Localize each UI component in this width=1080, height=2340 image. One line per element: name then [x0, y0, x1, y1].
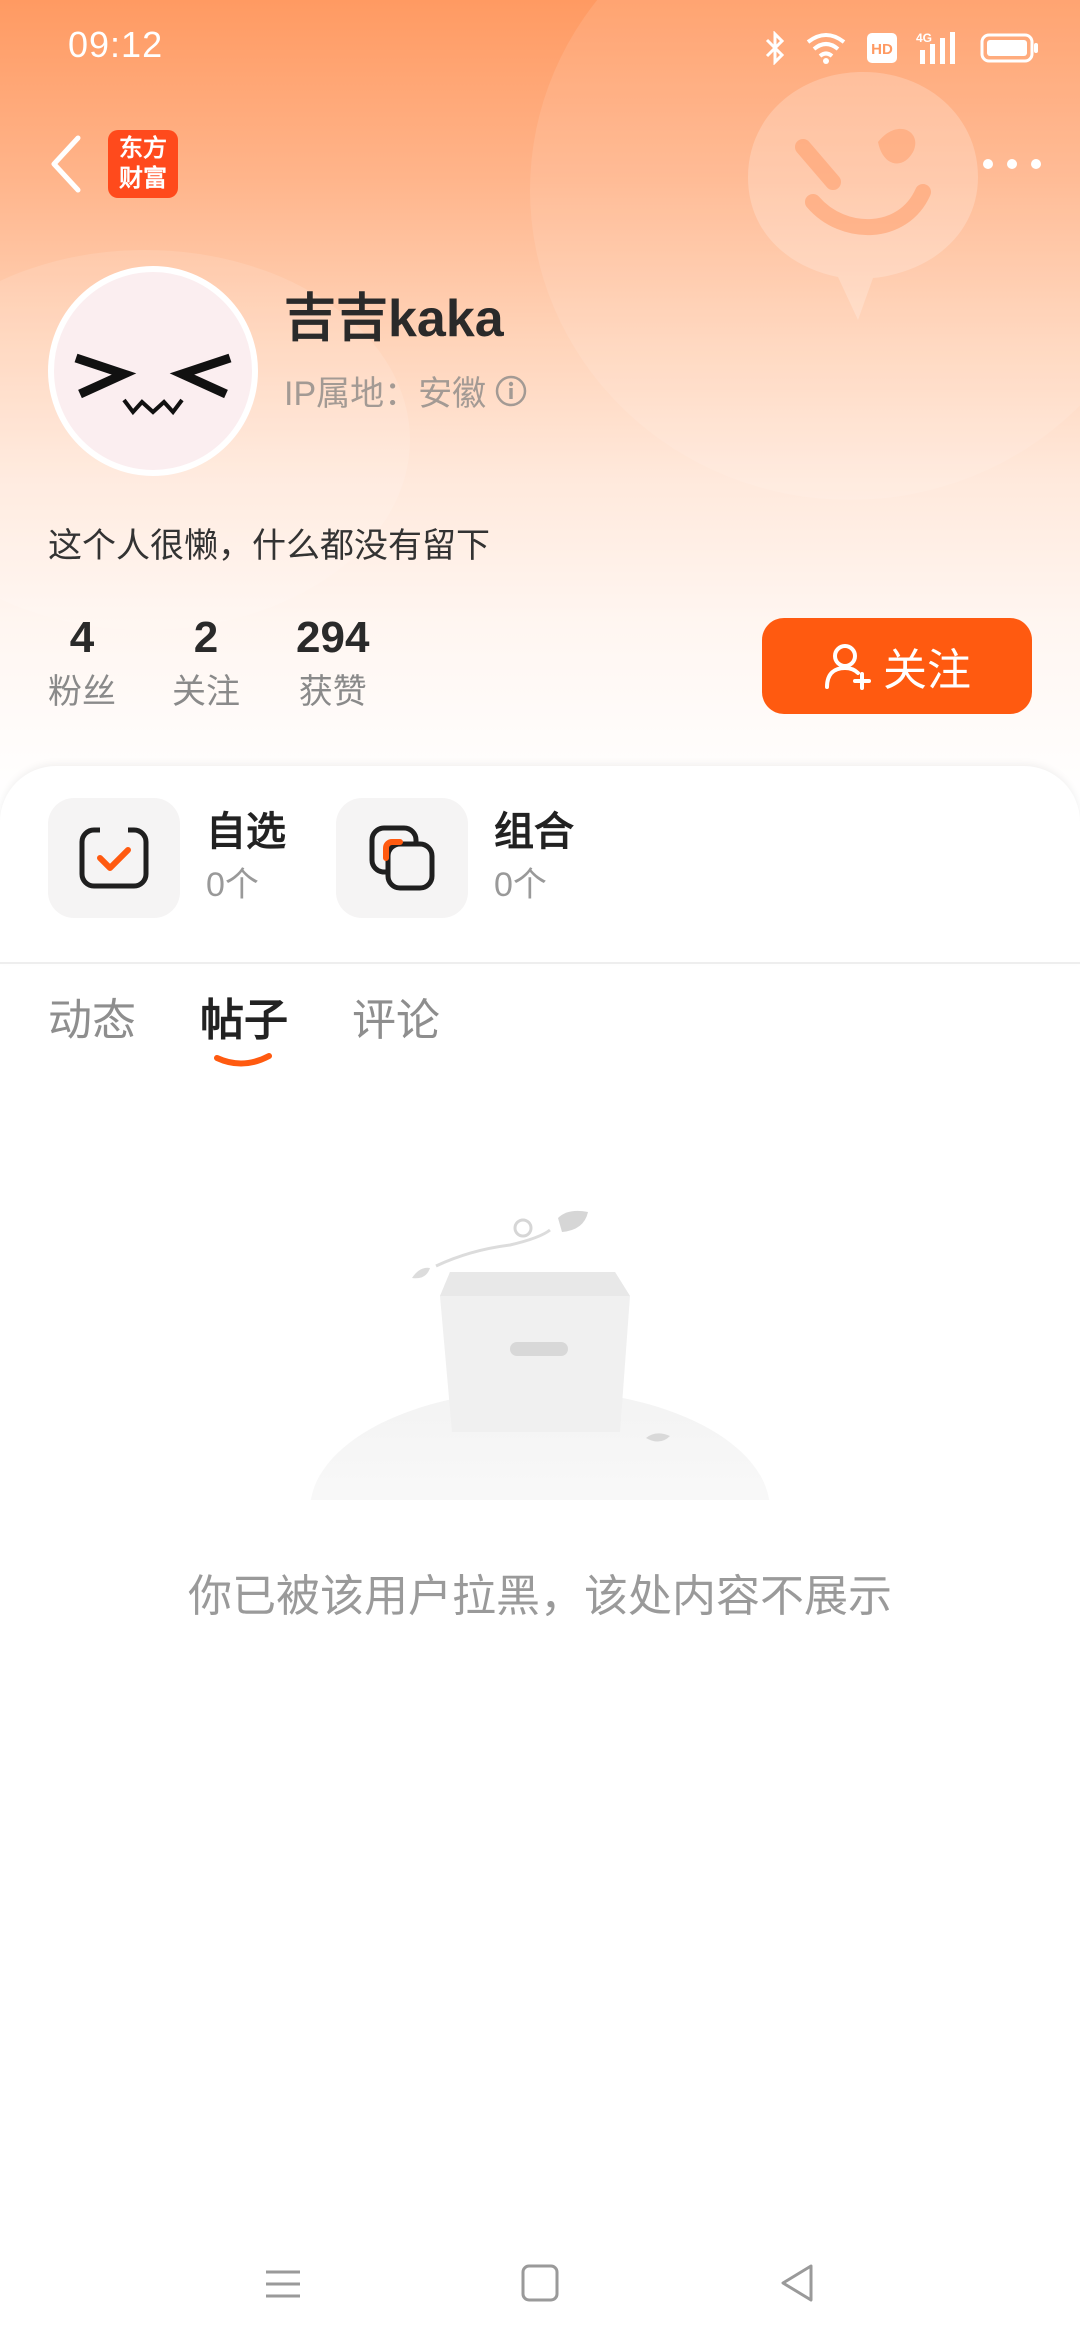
follow-button-label: 关注 — [883, 646, 971, 695]
tab-label: 动态 — [48, 996, 136, 1045]
watchlist-title: 自选 — [206, 810, 286, 854]
more-options-icon[interactable] — [980, 142, 1044, 186]
stat-label: 关注 — [172, 673, 240, 711]
stat-fans[interactable]: 4 粉丝 — [48, 610, 116, 718]
logo-line-2: 财富 — [119, 165, 167, 192]
section-divider — [0, 962, 1080, 964]
battery-icon — [980, 33, 1038, 63]
wifi-icon — [806, 33, 846, 64]
home-icon[interactable] — [515, 2258, 565, 2308]
svg-text:HD: HD — [871, 41, 893, 58]
stats-row: 4 粉丝 2 关注 294 获赞 — [48, 610, 425, 718]
clock: 09:12 — [68, 24, 164, 65]
tab-activity[interactable]: 动态 — [48, 990, 136, 1070]
follow-button[interactable]: 关注 — [762, 618, 1032, 714]
username: 吉吉kaka — [284, 290, 504, 348]
top-navigation: 东方 财富 — [0, 120, 1080, 210]
empty-state-message: 你已被该用户拉黑，该处内容不展示 — [188, 1572, 892, 1621]
content-tabs: 动态 帖子 评论 — [48, 990, 440, 1070]
tab-comments[interactable]: 评论 — [352, 990, 440, 1070]
system-navigation-bar — [0, 2240, 1080, 2340]
menu-icon[interactable] — [258, 2258, 308, 2308]
add-user-icon — [825, 644, 871, 690]
app-logo[interactable]: 东方 财富 — [108, 130, 178, 198]
watchlist-icon-box — [48, 798, 180, 918]
stat-value: 294 — [296, 613, 370, 662]
portfolio-count: 0个 — [494, 866, 547, 904]
logo-line-1: 东方 — [119, 135, 167, 162]
stat-following[interactable]: 2 关注 — [172, 610, 240, 718]
avatar-face-icon — [74, 353, 232, 416]
portfolio-icon-box — [336, 798, 468, 918]
tab-label: 评论 — [352, 996, 440, 1045]
portfolio-entry[interactable]: 组合 0个 — [336, 798, 574, 918]
hd-icon: HD — [867, 33, 897, 63]
back-triangle-icon[interactable] — [773, 2258, 823, 2308]
back-button[interactable] — [46, 132, 86, 196]
avatar[interactable] — [48, 266, 258, 476]
portfolio-title: 组合 — [494, 810, 574, 854]
portfolio-stack-icon — [369, 825, 435, 891]
info-icon[interactable] — [494, 374, 528, 408]
stat-label: 获赞 — [298, 673, 367, 711]
bluetooth-icon — [765, 31, 785, 65]
tab-posts[interactable]: 帖子 — [200, 990, 288, 1070]
status-bar: 09:12 HD 4G — [0, 0, 1080, 96]
watchlist-check-icon — [79, 826, 149, 889]
watchlist-count: 0个 — [206, 866, 259, 904]
svg-text:4G: 4G — [916, 31, 932, 45]
stat-value: 4 — [69, 613, 95, 662]
user-bio: 这个人很懒，什么都没有留下 — [48, 527, 490, 565]
watchlist-entry[interactable]: 自选 0个 — [48, 798, 286, 918]
tab-label: 帖子 — [200, 996, 288, 1045]
active-tab-indicator — [214, 1053, 272, 1067]
status-icons: HD 4G — [764, 24, 1040, 72]
empty-box-illustration — [310, 1210, 770, 1500]
cellular-signal-icon: 4G — [916, 31, 955, 64]
stat-likes[interactable]: 294 获赞 — [296, 610, 369, 718]
portfolio-text: 组合 0个 — [494, 805, 574, 911]
watchlist-text: 自选 0个 — [206, 805, 286, 911]
stat-label: 粉丝 — [48, 673, 116, 711]
assets-card: 自选 0个 组合 0个 — [0, 766, 1080, 962]
ip-location-row: IP属地：安徽 — [284, 366, 528, 415]
stat-value: 2 — [193, 613, 219, 662]
ip-location-text: IP属地：安徽 — [284, 375, 487, 413]
